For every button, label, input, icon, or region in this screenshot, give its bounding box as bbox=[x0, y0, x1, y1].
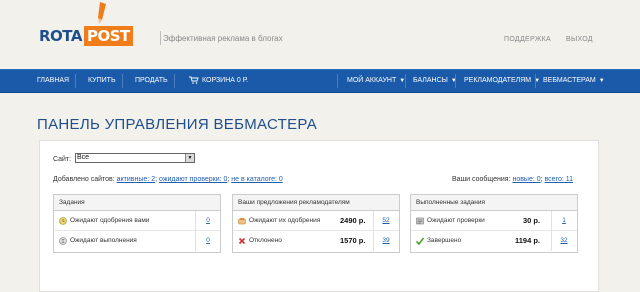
nav-divider bbox=[75, 74, 76, 88]
hourglass-icon bbox=[59, 237, 67, 245]
nav-advertisers[interactable]: РЕКЛАМОДАТЕЛЯМ ▼ bbox=[464, 70, 540, 92]
row-count: 39 bbox=[376, 237, 396, 244]
scales-icon bbox=[238, 218, 246, 225]
completed-tasks-box: Выполненные задания Ожидают проверки 30 … bbox=[410, 194, 578, 253]
cross-icon bbox=[238, 237, 246, 245]
pending-sites-link[interactable]: ожидают проверки: 0 bbox=[159, 176, 227, 183]
count-link[interactable]: 1 bbox=[562, 217, 566, 224]
row-label: Ожидают одобрения вами bbox=[70, 217, 150, 224]
logo-text-post: POST bbox=[83, 26, 133, 46]
table-row: Ожидают одобрения вами 0 bbox=[54, 211, 220, 231]
new-messages-link[interactable]: новые: 0 bbox=[512, 176, 540, 183]
dropdown-arrow-icon: ▼ bbox=[185, 154, 194, 162]
checkmark-icon bbox=[416, 237, 424, 245]
nav-divider bbox=[405, 74, 406, 88]
row-count: 1 bbox=[554, 217, 574, 224]
added-sites-label: Добавлено сайтов: bbox=[53, 176, 115, 183]
row-count: 0 bbox=[198, 217, 218, 224]
count-link[interactable]: 39 bbox=[382, 237, 389, 244]
column-divider bbox=[195, 211, 196, 231]
count-link[interactable]: 32 bbox=[560, 237, 567, 244]
row-label: Ожидают выполнения bbox=[70, 237, 137, 244]
separator: ; bbox=[540, 176, 543, 183]
table-row: Ожидают выполнения 0 bbox=[54, 231, 220, 251]
clock-icon bbox=[59, 217, 67, 225]
row-amount: 1570 р. bbox=[340, 236, 366, 245]
nav-cart-label: КОРЗИНА 0 Р. bbox=[202, 77, 249, 84]
count-link[interactable]: 0 bbox=[206, 237, 210, 244]
separator: ; bbox=[227, 176, 230, 183]
dashboard-panel: Сайт: Все ▼ Добавлено сайтов: активные: … bbox=[39, 140, 599, 292]
row-amount: 1194 р. bbox=[515, 236, 541, 245]
nav-balances[interactable]: БАЛАНСЫ ▼ bbox=[413, 70, 457, 92]
table-row: Ожидают их одобрения 2490 р. 52 bbox=[233, 211, 399, 231]
nav-advertisers-label: РЕКЛАМОДАТЕЛЯМ bbox=[464, 77, 532, 84]
pencil-logo-icon bbox=[98, 2, 106, 24]
count-link[interactable]: 0 bbox=[206, 217, 210, 224]
logo-text-rota: ROTA bbox=[39, 27, 82, 45]
nav-divider bbox=[337, 74, 338, 88]
nav-sell[interactable]: ПРОДАТЬ bbox=[135, 70, 168, 92]
nav-divider bbox=[174, 74, 175, 88]
nav-webmasters-label: ВЕБМАСТЕРАМ bbox=[543, 77, 596, 84]
site-select[interactable]: Все ▼ bbox=[75, 153, 195, 163]
offers-box: Ваши предложения рекламодателям Ожидают … bbox=[232, 194, 400, 253]
separator: ; bbox=[155, 176, 158, 183]
row-label: Завершено bbox=[427, 237, 462, 244]
completed-box-title: Выполненные задания bbox=[411, 195, 577, 211]
row-count: 0 bbox=[198, 237, 218, 244]
table-row: Завершено 1194 р. 32 bbox=[411, 231, 577, 251]
logout-link[interactable]: ВЫХОД bbox=[566, 36, 593, 43]
all-messages-link[interactable]: всего: 11 bbox=[545, 176, 573, 183]
added-sites-summary: Добавлено сайтов: активные: 2; ожидают п… bbox=[53, 176, 283, 183]
site-filter-label: Сайт: bbox=[53, 156, 72, 163]
column-divider bbox=[373, 231, 374, 251]
nav-cart[interactable]: КОРЗИНА 0 Р. bbox=[189, 70, 248, 92]
not-in-catalog-link[interactable]: не в каталоге: 0 bbox=[231, 176, 282, 183]
row-label: Ожидают проверки bbox=[427, 217, 485, 224]
messages-summary: Ваши сообщения: новые: 0; всего: 11 bbox=[452, 176, 573, 183]
chevron-down-icon: ▼ bbox=[598, 78, 605, 84]
site-select-value: Все bbox=[77, 154, 90, 161]
column-divider bbox=[551, 211, 552, 231]
messages-label: Ваши сообщения: bbox=[452, 176, 511, 183]
row-count: 32 bbox=[554, 237, 574, 244]
row-label: Ожидают их одобрения bbox=[249, 217, 321, 224]
document-icon bbox=[416, 217, 424, 225]
row-label: Отклонено bbox=[249, 237, 282, 244]
column-divider bbox=[373, 211, 374, 231]
tagline: Эффективная реклама в блогах bbox=[163, 34, 283, 43]
nav-divider bbox=[122, 74, 123, 88]
tagline-divider bbox=[160, 31, 161, 45]
nav-webmasters[interactable]: ВЕБМАСТЕРАМ ▼ bbox=[543, 70, 605, 92]
column-divider bbox=[195, 231, 196, 251]
main-nav: ГЛАВНАЯ КУПИТЬ ПРОДАТЬ КОРЗИНА 0 Р. МОЙ … bbox=[0, 69, 640, 93]
page-title: ПАНЕЛЬ УПРАВЛЕНИЯ ВЕБМАСТЕРА bbox=[37, 116, 318, 133]
count-link[interactable]: 52 bbox=[382, 217, 389, 224]
offers-box-title: Ваши предложения рекламодателям bbox=[233, 195, 399, 211]
column-divider bbox=[551, 231, 552, 251]
nav-divider bbox=[455, 74, 456, 88]
support-link[interactable]: ПОДДЕРЖКА bbox=[504, 36, 551, 43]
row-amount: 30 р. bbox=[523, 216, 541, 225]
nav-balances-label: БАЛАНСЫ bbox=[413, 77, 448, 84]
header: ROTA POST Эффективная реклама в блогах П… bbox=[0, 0, 640, 69]
nav-my-account-label: МОЙ АККАУНТ bbox=[347, 77, 397, 84]
table-row: Отклонено 1570 р. 39 bbox=[233, 231, 399, 251]
tasks-box-title: Задания bbox=[54, 195, 220, 211]
nav-home[interactable]: ГЛАВНАЯ bbox=[37, 70, 69, 92]
nav-my-account[interactable]: МОЙ АККАУНТ ▼ bbox=[347, 70, 405, 92]
logo[interactable]: ROTA POST bbox=[39, 24, 133, 48]
nav-buy[interactable]: КУПИТЬ bbox=[88, 70, 116, 92]
tasks-box: Задания Ожидают одобрения вами 0 Ожидают… bbox=[53, 194, 221, 253]
row-amount: 2490 р. bbox=[340, 216, 366, 225]
active-sites-link[interactable]: активные: 2 bbox=[117, 176, 155, 183]
nav-divider bbox=[535, 74, 536, 88]
cart-icon bbox=[189, 76, 199, 84]
row-count: 52 bbox=[376, 217, 396, 224]
table-row: Ожидают проверки 30 р. 1 bbox=[411, 211, 577, 231]
